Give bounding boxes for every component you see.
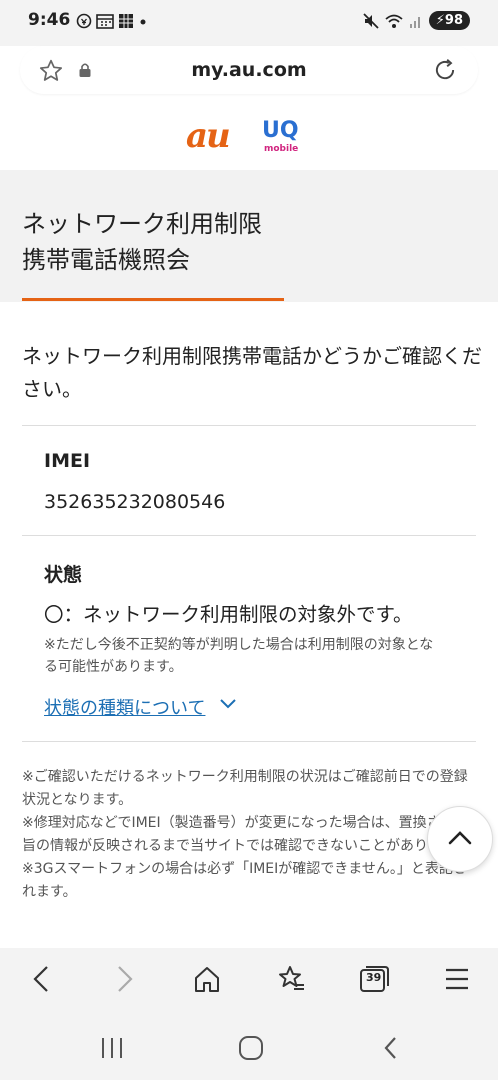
- scroll-to-top-button[interactable]: [427, 806, 493, 872]
- dot-icon: [140, 19, 146, 25]
- divider: [22, 425, 476, 426]
- uq-logo[interactable]: UQ: [262, 118, 299, 143]
- url-bar[interactable]: my.au.com: [20, 46, 478, 94]
- chevron-down-icon[interactable]: [218, 697, 238, 711]
- page-title-box: ネットワーク利用制限 携帯電話機照会: [0, 170, 498, 302]
- page-title-line1: ネットワーク利用制限: [22, 210, 262, 238]
- page-title-line2: 携帯電話機照会: [22, 246, 190, 274]
- divider: [22, 741, 476, 742]
- status-types-link[interactable]: 状態の種類について: [44, 694, 205, 720]
- status-note: ※ただし今後不正契約等が判明した場合は利用制限の対象となる可能性があります。: [44, 637, 434, 675]
- back-icon[interactable]: [28, 964, 56, 994]
- notification-icons: [76, 13, 148, 29]
- calendar-icon: [96, 14, 114, 29]
- currency-icon: [76, 13, 92, 29]
- mute-icon: [363, 12, 379, 29]
- brand-header: au UQ mobile: [0, 104, 498, 170]
- system-back-icon[interactable]: [378, 1036, 404, 1060]
- status-label: 状態: [44, 564, 83, 586]
- reload-icon[interactable]: [432, 57, 458, 83]
- au-logo[interactable]: au: [186, 116, 231, 156]
- grid-app-icon: [119, 14, 133, 28]
- divider: [22, 535, 476, 536]
- intro-text: ネットワーク利用制限携帯電話かどうかご確認ください。: [22, 344, 482, 401]
- signal-icon: [409, 16, 420, 28]
- footnotes: ※ご確認いただけるネットワーク利用制限の状況はご確認前日での登録状況となります。…: [22, 766, 478, 904]
- recent-apps-icon[interactable]: [99, 1036, 125, 1060]
- footnote-item: ※3Gスマートフォンの場合は必ず「IMEIが確認できません。」と表記されます。: [22, 861, 467, 900]
- uq-mobile-label: mobile: [264, 144, 299, 154]
- footnote-item: ※ご確認いただけるネットワーク利用制限の状況はご確認前日での登録状況となります。: [22, 769, 468, 808]
- tab-count: 39: [366, 971, 382, 984]
- tabs-button[interactable]: 39: [358, 964, 390, 994]
- imei-value: 352635232080546: [44, 491, 226, 513]
- home-button-icon[interactable]: [238, 1036, 264, 1060]
- browser-toolbar: 39: [0, 948, 498, 1014]
- chevron-up-icon: [448, 831, 472, 845]
- imei-label: IMEI: [44, 450, 91, 472]
- battery-level: 98: [444, 13, 463, 28]
- system-icons: ⚡98: [363, 11, 470, 30]
- battery-indicator: ⚡98: [428, 11, 470, 30]
- footnote-item: ※修理対応などでIMEI（製造番号）が変更になった場合は、置換された旨の情報が反…: [22, 815, 469, 854]
- bookmarks-icon[interactable]: [276, 964, 306, 994]
- url-text[interactable]: my.au.com: [20, 59, 478, 81]
- home-icon[interactable]: [193, 964, 221, 994]
- menu-icon[interactable]: [444, 964, 470, 994]
- forward-icon[interactable]: [110, 964, 138, 994]
- wifi-icon: [385, 14, 403, 28]
- system-nav-bar: [0, 1014, 498, 1080]
- status-time: 9:46: [28, 10, 71, 30]
- status-bar: 9:46 ⚡98: [0, 0, 498, 46]
- status-value: 〇：ネットワーク利用制限の対象外です。: [44, 603, 413, 626]
- title-accent-bar: [22, 298, 284, 301]
